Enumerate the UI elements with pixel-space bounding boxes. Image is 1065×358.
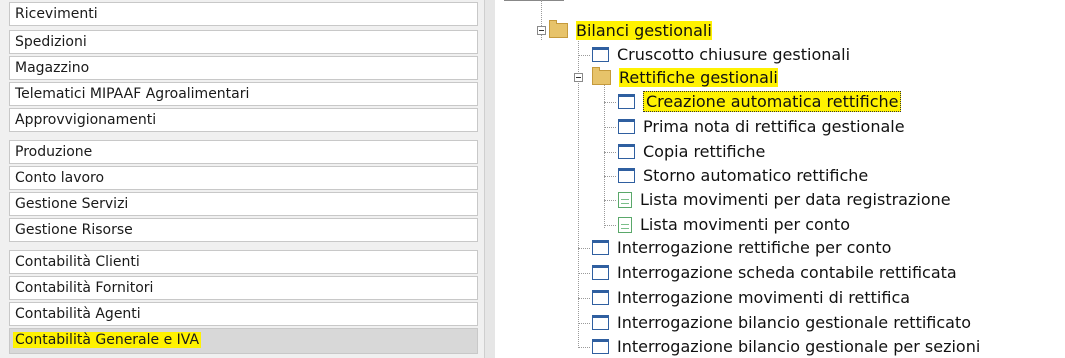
tree-node-lista-data[interactable]: Lista movimenti per data registrazione: [618, 188, 951, 211]
tree-node-label: Cruscotto chiusure gestionali: [617, 45, 851, 64]
tree-node-prima-nota[interactable]: Prima nota di rettifica gestionale: [618, 115, 905, 138]
tree-line: [604, 200, 616, 201]
menu-item-label: Contabilità Clienti: [15, 254, 140, 270]
window-icon: [592, 47, 609, 62]
window-icon: [592, 339, 609, 354]
window-icon: [618, 144, 635, 159]
tree-line: [604, 225, 616, 226]
tree-node-interrogazione-movimenti[interactable]: Interrogazione movimenti di rettifica: [592, 286, 910, 309]
menu-item-label: Conto lavoro: [15, 170, 105, 186]
menu-item-gestione-risorse[interactable]: Gestione Risorse: [9, 218, 478, 242]
window-icon: [592, 240, 609, 255]
tree-node-bilanci-gestionali[interactable]: Bilanci gestionali: [549, 19, 712, 42]
tree-node-label: Prima nota di rettifica gestionale: [643, 117, 905, 136]
tree-node-storno-automatico[interactable]: Storno automatico rettifiche: [618, 164, 868, 187]
tree-node-interrogazione-scheda[interactable]: Interrogazione scheda contabile rettific…: [592, 261, 957, 284]
tree-node-label: Interrogazione bilancio gestionale per s…: [617, 337, 981, 356]
tree-line: [578, 248, 590, 249]
menu-item-contabilita-fornitori[interactable]: Contabilità Fornitori: [9, 276, 478, 300]
tree-node-label: Rettifiche gestionali: [619, 68, 778, 87]
tree-node-lista-conto[interactable]: Lista movimenti per conto: [618, 213, 850, 236]
menu-item-magazzino[interactable]: Magazzino: [9, 56, 478, 80]
window-icon: [592, 290, 609, 305]
module-menu: Ricevimenti Spedizioni Magazzino Telemat…: [0, 0, 484, 358]
menu-item-label: Gestione Servizi: [15, 196, 129, 212]
menu-item-telematici[interactable]: Telematici MIPAAF Agroalimentari: [9, 82, 478, 106]
menu-item-label: Ricevimenti: [15, 6, 98, 22]
menu-item-label: Contabilità Generale e IVA: [13, 332, 202, 348]
tree-node-label: Lista movimenti per data registrazione: [640, 190, 951, 209]
menu-item-approvvigionamenti[interactable]: Approvvigionamenti: [9, 108, 478, 132]
tree-line: [578, 323, 590, 324]
folder-icon: [592, 67, 611, 85]
collapse-toggle-rettifiche[interactable]: [574, 73, 583, 82]
tree-line: [604, 82, 605, 228]
tree-line: [604, 102, 616, 103]
tree-node-label: Lista movimenti per conto: [640, 215, 850, 234]
tree-node-label: Copia rettifiche: [643, 142, 766, 161]
menu-item-label: Approvvigionamenti: [15, 112, 157, 128]
tree-node-label: Bilanci gestionali: [576, 21, 712, 40]
tree-line: [604, 152, 616, 153]
tree-node-label: Interrogazione bilancio gestionale retti…: [617, 313, 972, 332]
tree-node-interrogazione-bilancio-rettificato[interactable]: Interrogazione bilancio gestionale retti…: [592, 311, 971, 334]
menu-item-label: Magazzino: [15, 60, 90, 76]
tree-line: [578, 55, 590, 56]
menu-item-spedizioni[interactable]: Spedizioni: [9, 30, 478, 54]
tree-node-label: Interrogazione scheda contabile rettific…: [617, 263, 957, 282]
menu-item-label: Produzione: [15, 144, 93, 160]
tree-node-creazione-automatica[interactable]: Creazione automatica rettifiche: [618, 90, 902, 113]
menu-item-label: Contabilità Agenti: [15, 306, 141, 322]
tree-node-label: Creazione automatica rettifiche: [643, 91, 902, 112]
tree-top-fragment: [504, 0, 564, 5]
tree-node-label: Interrogazione movimenti di rettifica: [617, 288, 911, 307]
list-icon: [618, 191, 632, 208]
menu-item-label: Contabilità Fornitori: [15, 280, 154, 296]
folder-icon: [549, 20, 568, 38]
tree-node-interrogazione-bilancio-sezioni[interactable]: Interrogazione bilancio gestionale per s…: [592, 335, 980, 358]
tree-line: [578, 273, 590, 274]
menu-item-contabilita-agenti[interactable]: Contabilità Agenti: [9, 302, 478, 326]
tree-node-interrogazione-rettifiche[interactable]: Interrogazione rettifiche per conto: [592, 236, 891, 259]
list-icon: [618, 216, 632, 233]
window-icon: [618, 119, 635, 134]
tree-node-cruscotto[interactable]: Cruscotto chiusure gestionali: [592, 43, 850, 66]
menu-item-ricevimenti[interactable]: Ricevimenti: [9, 2, 478, 26]
window-icon: [592, 315, 609, 330]
tree-line: [578, 298, 590, 299]
tree-node-label: Storno automatico rettifiche: [643, 166, 869, 185]
tree-node-copia-rettifiche[interactable]: Copia rettifiche: [618, 140, 765, 163]
menu-item-label: Telematici MIPAAF Agroalimentari: [15, 86, 250, 102]
collapse-toggle-bilanci[interactable]: [537, 26, 546, 35]
tree-line: [604, 176, 616, 177]
menu-item-contabilita-generale[interactable]: Contabilità Generale e IVA: [9, 328, 478, 354]
menu-item-label: Spedizioni: [15, 34, 87, 50]
tree-node-label: Interrogazione rettifiche per conto: [617, 238, 892, 257]
menu-item-contabilita-clienti[interactable]: Contabilità Clienti: [9, 250, 478, 274]
window-icon: [618, 94, 635, 109]
menu-item-gestione-servizi[interactable]: Gestione Servizi: [9, 192, 478, 216]
menu-tree: Bilanci gestionali Cruscotto chiusure ge…: [494, 0, 1065, 358]
tree-line: [578, 347, 590, 348]
window-icon: [592, 265, 609, 280]
window-icon: [618, 168, 635, 183]
tree-line: [604, 127, 616, 128]
menu-item-produzione[interactable]: Produzione: [9, 140, 478, 164]
tree-node-rettifiche-gestionali[interactable]: Rettifiche gestionali: [592, 66, 778, 89]
menu-item-label: Gestione Risorse: [15, 222, 133, 238]
menu-item-conto-lavoro[interactable]: Conto lavoro: [9, 166, 478, 190]
